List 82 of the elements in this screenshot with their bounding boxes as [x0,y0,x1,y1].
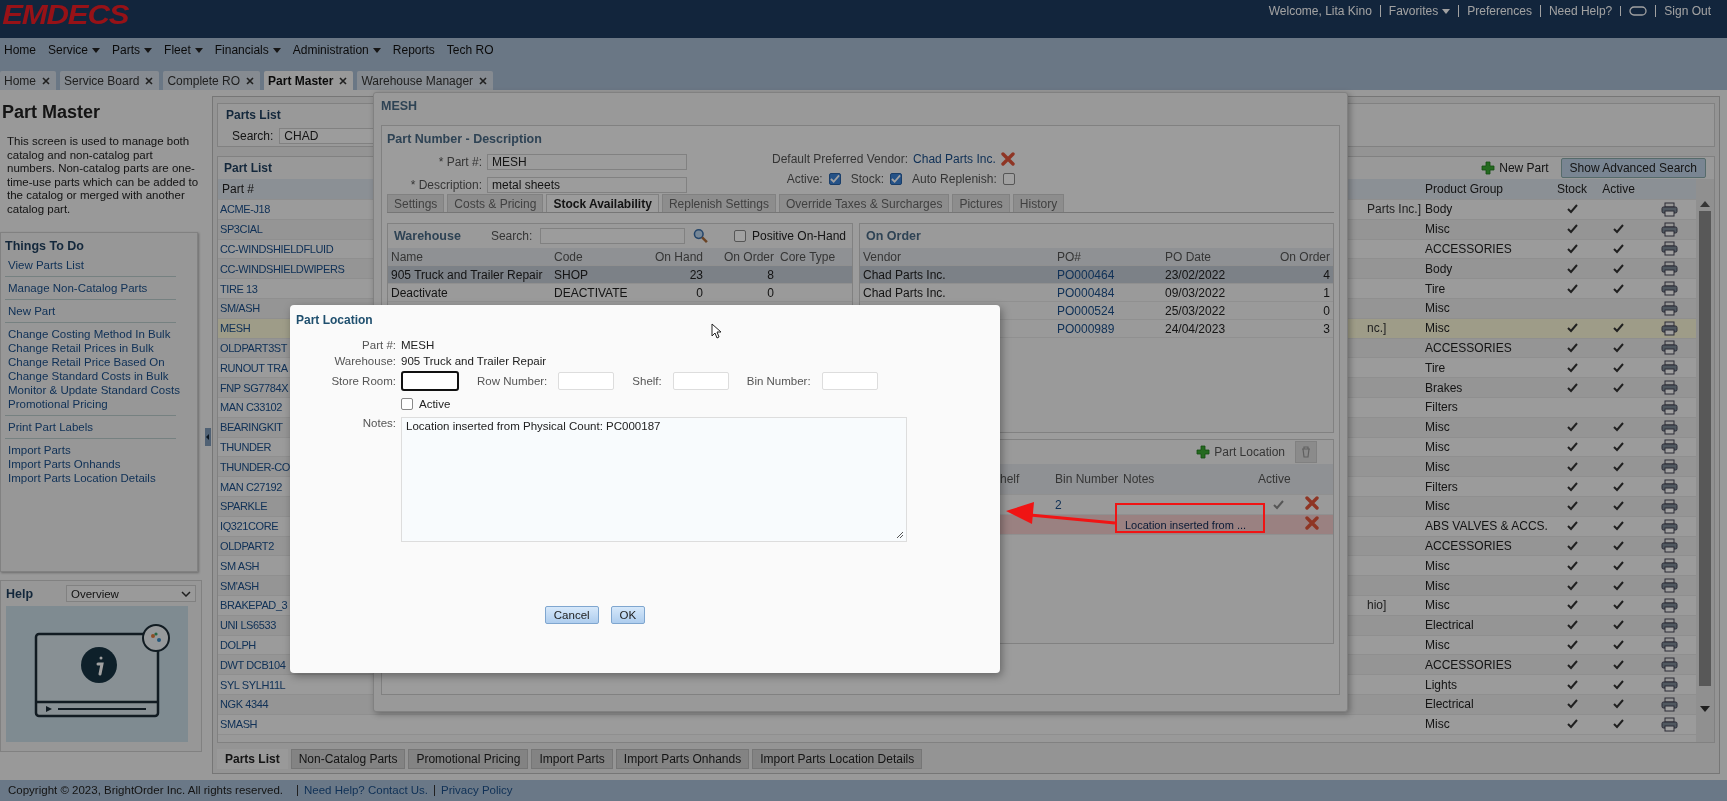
field-label: Active: [786,172,823,186]
table-cell-text: 0 [695,285,704,300]
product-group-cell-text: Lights [1424,677,1459,692]
product-group-cell-text: Misc [1424,420,1451,435]
product-group-cell-text: Misc [1424,439,1451,454]
notes-cell: Location inserted from ... [1125,518,1247,531]
product-group-cell-text: Misc [1424,558,1451,573]
table-cell: 2 [1055,497,1062,512]
vendor-cell: hio] [1367,598,1387,613]
field-label: Bin Number: [745,375,812,387]
table-cell-text: 24/04/2023 [1164,321,1227,336]
panel-title: On Order [866,229,921,243]
checkbox-label: Positive On-Hand [751,229,846,243]
product-group-cell-text: Misc [1424,637,1451,652]
copyright-text: Copyright © 2023, BrightOrder Inc. All rights reserved. [7,785,284,796]
table-cell-text: 4 [1322,267,1331,282]
product-group-cell-text: Brakes [1424,380,1464,395]
table-cell-text: 23 [688,267,704,282]
field-label: Notes: [361,417,397,429]
product-group-cell-text: Tire [1424,360,1447,375]
table-cell-text: 1 [1322,285,1331,300]
table-cell-text: 3 [1322,321,1331,336]
field-label: Default Preferred Vendor: [772,152,909,166]
product-group-cell-text: Misc [1424,321,1451,336]
table-cell-text: 23/02/2022 [1164,267,1227,282]
table-cell-text: DEACTIVATE [553,285,629,300]
product-group-cell-text: ACCESSORIES [1424,657,1513,672]
field-label: * Description: [409,177,483,192]
vendor-cell: nc.] [1367,321,1387,336]
table-cell-text: SHOP [553,267,589,282]
table-cell-text: 25/03/2022 [1164,303,1227,318]
field-label: Search: [490,229,533,243]
product-group-cell-text: ABS VALVES & ACCS. [1424,519,1549,534]
product-group-cell-text: Electrical [1424,697,1475,712]
dialog-title: Part Location [296,313,374,327]
product-group-cell-text: Body [1424,202,1454,217]
product-group-cell-text: Misc [1424,598,1451,613]
welcome-text: Welcome, Lita Kino [1267,5,1373,17]
field-label: Shelf: [631,375,663,387]
field-label: * Part #: [437,154,483,169]
checkbox-label: Active [419,398,451,410]
product-group-cell-text: ACCESSORIES [1424,340,1513,355]
vendor-cell: Parts Inc.] [1367,202,1422,217]
panel-title: Help [6,586,34,601]
product-group-cell-text: Body [1424,261,1454,276]
field-label: Part #: [361,339,397,351]
product-group-cell-text: Misc [1424,301,1451,316]
table-cell-text: 905 Truck and Trailer Repair [390,267,544,282]
table-cell: Chad Parts Inc. [863,267,946,282]
field-label: Stock: [850,172,885,186]
product-group-cell-text: Misc [1424,499,1451,514]
field-label: Search: [232,129,274,143]
table-cell: Chad Parts Inc. [863,285,946,300]
table-cell-text: 0 [1322,303,1331,318]
table-cell-text: 0 [766,285,775,300]
field-value: MESH [401,339,436,351]
product-group-cell-text: Misc [1424,459,1451,474]
table-cell-text: Deactivate [390,285,449,300]
page-title: Part Master [2,102,102,123]
section-title: Part Number - Description [387,132,542,146]
panel-title: Parts List [226,108,281,122]
panel-title: Warehouse [394,229,461,243]
product-group-cell-text: Misc [1424,578,1451,593]
description-text: This screen is used to manage both catalog and non-catalog part numbers. Non-catalog parts are one-time-use parts which can be added to the catalog or merged with another catalog part. [7,135,200,216]
table-cell-text: 8 [766,267,775,282]
panel-title: Things To Do [5,239,85,253]
product-group-cell-text: Filters [1424,400,1459,415]
panel-title: Part List [224,161,272,175]
product-group-cell-text: ACCESSORIES [1424,538,1513,553]
field-label: Store Room: [330,375,397,387]
product-group-cell-text: ACCESSORIES [1424,242,1513,256]
product-group-cell-text: Filters [1424,479,1459,494]
field-label: Row Number: [476,375,549,387]
product-group-cell-text: Misc [1424,717,1451,732]
product-group-cell-text: Tire [1424,281,1447,296]
product-group-cell-text: Electrical [1424,618,1475,633]
field-label: Auto Replenish: [912,172,997,186]
field-value: 905 Truck and Trailer Repair [401,355,548,367]
dialog-title: MESH [381,99,419,115]
table-cell-text: 09/03/2022 [1164,285,1227,300]
product-group-cell-text: Misc [1424,222,1451,237]
field-label: Warehouse: [333,355,397,367]
